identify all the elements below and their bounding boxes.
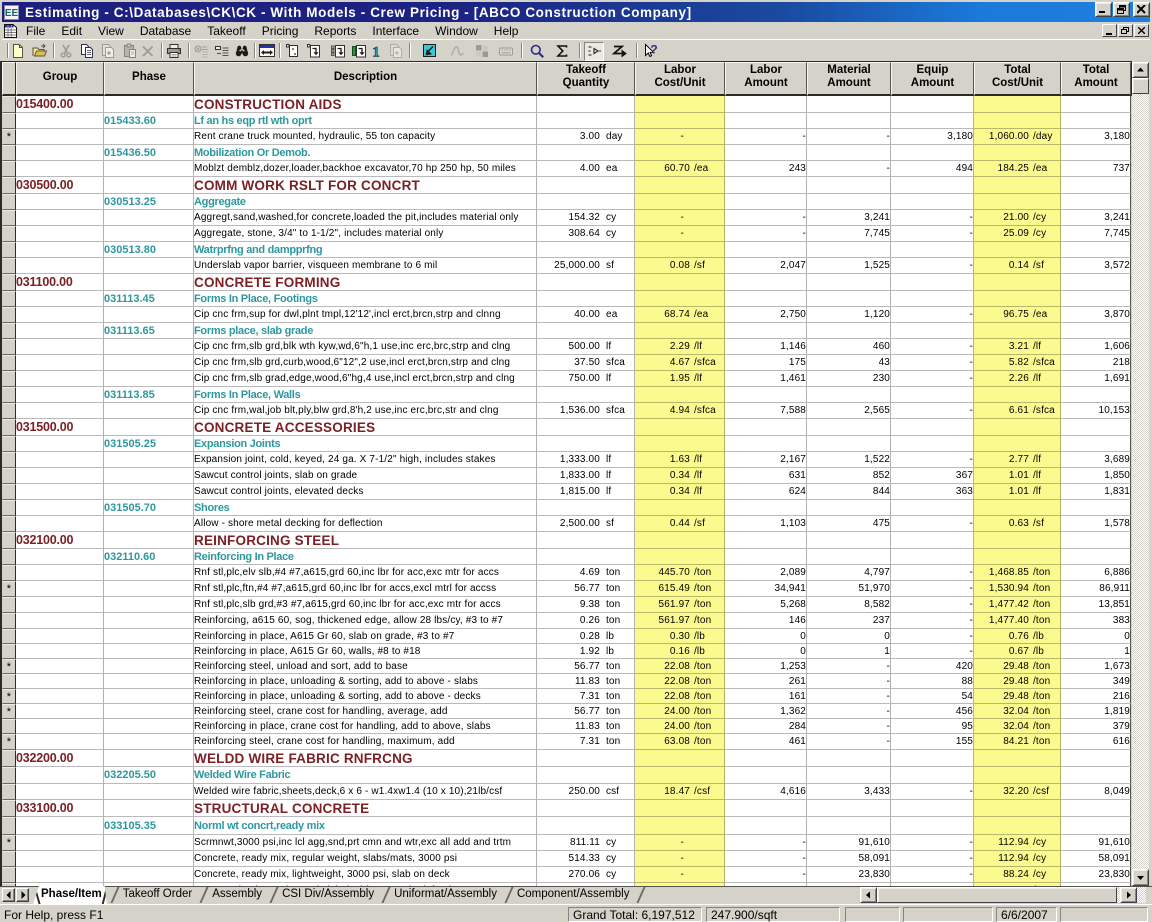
svg-text:?: ? <box>650 43 657 57</box>
svg-text:EE: EE <box>5 8 19 19</box>
svg-text:1: 1 <box>372 45 380 60</box>
